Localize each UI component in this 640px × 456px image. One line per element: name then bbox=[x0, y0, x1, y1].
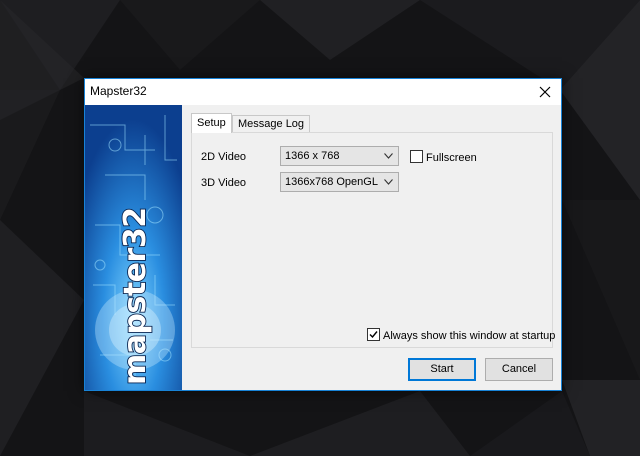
video3d-label: 3D Video bbox=[201, 177, 247, 189]
title-bar[interactable]: Mapster32 bbox=[85, 79, 561, 105]
chevron-down-icon bbox=[384, 153, 393, 159]
checkmark-icon bbox=[369, 331, 378, 339]
launcher-window: Mapster32 mapster32 Setup Message Log 2D… bbox=[84, 78, 562, 391]
tab-setup[interactable]: Setup bbox=[191, 113, 232, 133]
window-title: Mapster32 bbox=[90, 84, 147, 98]
chevron-down-icon bbox=[384, 179, 393, 185]
video3d-value: 1366x768 OpenGL bbox=[285, 176, 378, 188]
fullscreen-label: Fullscreen bbox=[426, 152, 477, 164]
video2d-select[interactable]: 1366 x 768 bbox=[280, 146, 399, 166]
video2d-value: 1366 x 768 bbox=[285, 150, 340, 162]
banner-logo-text: mapster32 bbox=[118, 207, 153, 385]
mapster32-banner: mapster32 bbox=[85, 105, 182, 390]
video3d-select[interactable]: 1366x768 OpenGL bbox=[280, 172, 399, 192]
fullscreen-checkbox[interactable] bbox=[410, 150, 423, 163]
always-show-checkbox[interactable] bbox=[367, 328, 380, 341]
close-icon bbox=[539, 86, 551, 98]
always-show-label: Always show this window at startup bbox=[383, 330, 556, 342]
tab-setup-label: Setup bbox=[197, 117, 226, 129]
tab-message-log-label: Message Log bbox=[238, 118, 305, 130]
video2d-label: 2D Video bbox=[201, 151, 247, 163]
cancel-button[interactable]: Cancel bbox=[485, 358, 553, 381]
banner-art: mapster32 bbox=[85, 105, 182, 390]
close-button[interactable] bbox=[529, 79, 561, 105]
start-button-label: Start bbox=[430, 363, 454, 375]
tab-message-log[interactable]: Message Log bbox=[232, 115, 311, 132]
cancel-button-label: Cancel bbox=[501, 363, 537, 375]
start-button[interactable]: Start bbox=[408, 358, 476, 381]
setup-panel: 2D Video 1366 x 768 Fullscreen 3D Video … bbox=[191, 132, 556, 348]
